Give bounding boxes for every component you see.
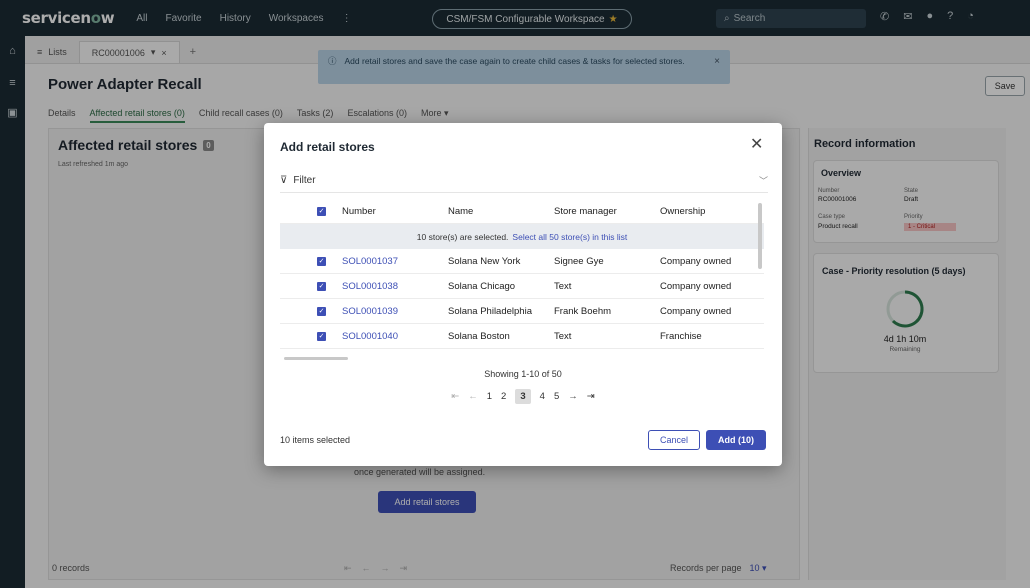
last-page-icon[interactable]: ⇥ bbox=[587, 391, 595, 402]
page-5[interactable]: 5 bbox=[554, 391, 559, 402]
close-icon[interactable]: ✕ bbox=[750, 137, 763, 153]
add-retail-stores-modal: Add retail stores ✕ ⊽ Filter ﹀ ✓ Number … bbox=[264, 123, 782, 466]
store-number-link[interactable]: SOL0001040 bbox=[342, 331, 398, 342]
filter-icon: ⊽ bbox=[280, 175, 288, 186]
prev-page-icon[interactable]: ← bbox=[468, 391, 478, 402]
vertical-scrollbar[interactable] bbox=[758, 203, 762, 269]
row-checkbox[interactable]: ✓ bbox=[317, 331, 326, 341]
store-number-link[interactable]: SOL0001038 bbox=[342, 281, 398, 292]
selection-banner: 10 store(s) are selected. Select all 50 … bbox=[280, 224, 764, 249]
next-page-icon[interactable]: → bbox=[568, 391, 578, 402]
items-selected-text: 10 items selected bbox=[280, 435, 351, 445]
row-checkbox[interactable]: ✓ bbox=[317, 256, 326, 266]
showing-range: Showing 1-10 of 50 bbox=[484, 369, 562, 379]
table-header: ✓ Number Name Store manager Ownership bbox=[280, 199, 764, 224]
table-row: ✓ SOL0001037 Solana New York Signee Gye … bbox=[280, 249, 764, 274]
table-row: ✓ SOL0001038 Solana Chicago Text Company… bbox=[280, 274, 764, 299]
filter-bar[interactable]: ⊽ Filter ﹀ bbox=[280, 169, 768, 193]
select-all-link[interactable]: Select all 50 store(s) in this list bbox=[512, 232, 627, 242]
page-4[interactable]: 4 bbox=[540, 391, 545, 402]
first-page-icon[interactable]: ⇤ bbox=[451, 391, 459, 402]
store-number-link[interactable]: SOL0001039 bbox=[342, 306, 398, 317]
table-row: ✓ SOL0001039 Solana Philadelphia Frank B… bbox=[280, 299, 764, 324]
page-2[interactable]: 2 bbox=[501, 391, 506, 402]
page-1[interactable]: 1 bbox=[487, 391, 492, 402]
row-checkbox[interactable]: ✓ bbox=[317, 306, 326, 316]
select-all-checkbox[interactable]: ✓ bbox=[317, 206, 326, 216]
store-number-link[interactable]: SOL0001037 bbox=[342, 256, 398, 267]
table-row: ✓ SOL0001040 Solana Boston Text Franchis… bbox=[280, 324, 764, 349]
modal-pager: ⇤ ← 1 2 3 4 5 → ⇥ bbox=[430, 386, 616, 406]
horizontal-scrollbar[interactable] bbox=[284, 357, 348, 360]
modal-title: Add retail stores bbox=[280, 140, 375, 154]
add-button[interactable]: Add (10) bbox=[706, 430, 766, 450]
chevron-down-icon[interactable]: ﹀ bbox=[759, 174, 768, 187]
cancel-button[interactable]: Cancel bbox=[648, 430, 700, 450]
row-checkbox[interactable]: ✓ bbox=[317, 281, 326, 291]
page-3-current[interactable]: 3 bbox=[515, 388, 531, 404]
